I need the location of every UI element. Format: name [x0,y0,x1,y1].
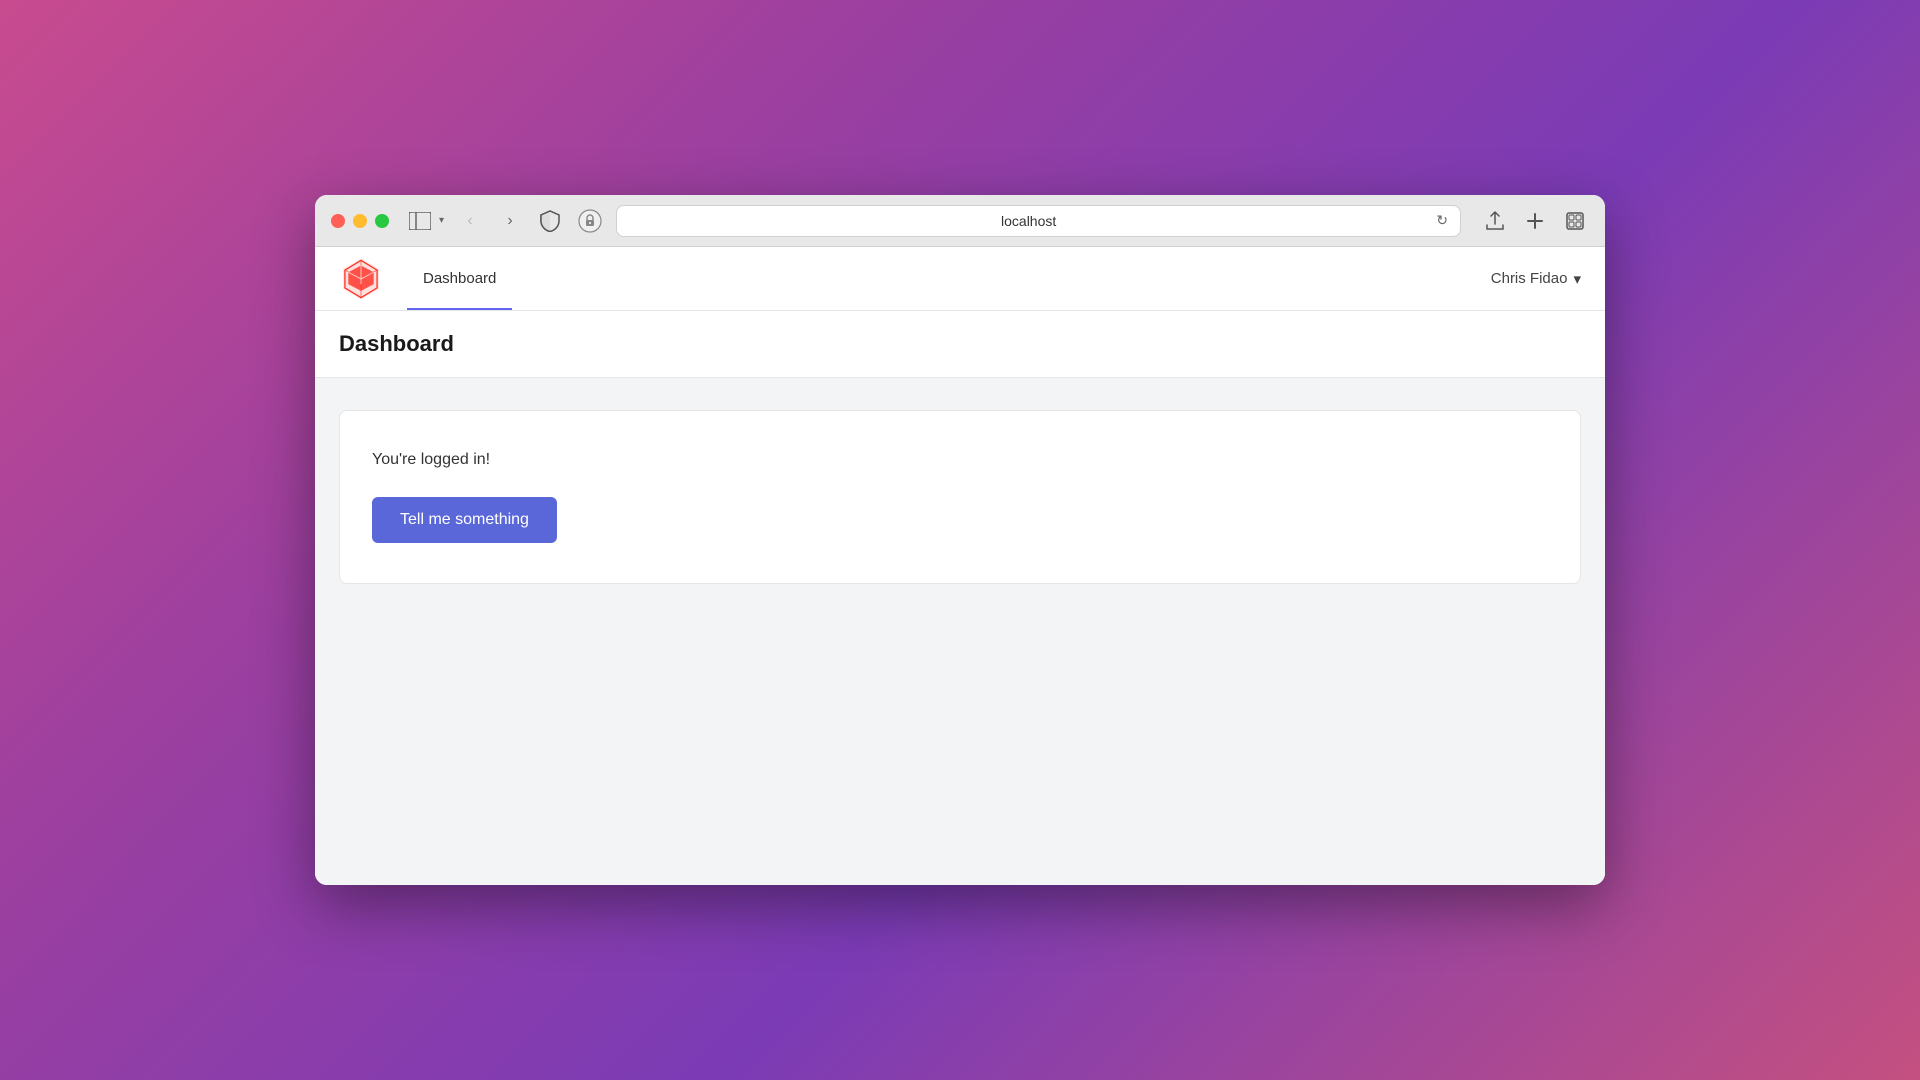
nav-right: Chris Fidao ▾ [1491,247,1581,310]
browser-actions [1481,207,1589,235]
laravel-logo [339,257,383,301]
sidebar-toggle-chevron[interactable]: ▾ [439,215,444,226]
nav-links: Dashboard [407,247,512,310]
tell-me-something-button[interactable]: Tell me something [372,497,557,543]
user-menu[interactable]: Chris Fidao ▾ [1491,270,1581,288]
address-bar[interactable]: localhost ↻ [616,205,1461,237]
browser-chrome: ▾ ‹ › localhost ↻ [315,195,1605,247]
user-menu-chevron: ▾ [1573,270,1581,288]
forward-button[interactable]: › [496,207,524,235]
traffic-lights [331,214,389,228]
page-body: You're logged in! Tell me something [315,378,1605,616]
logged-in-message: You're logged in! [372,451,1548,469]
back-button[interactable]: ‹ [456,207,484,235]
dashboard-card: You're logged in! Tell me something [339,410,1581,584]
reload-button[interactable]: ↻ [1436,212,1448,229]
top-nav: Dashboard Chris Fidao ▾ [315,247,1605,311]
page-header: Dashboard [315,311,1605,378]
minimize-button[interactable] [353,214,367,228]
share-button[interactable] [1481,207,1509,235]
new-tab-button[interactable] [1521,207,1549,235]
sidebar-toggle-icon[interactable] [409,212,431,230]
lock-badge-icon [576,207,604,235]
page-content: Dashboard You're logged in! Tell me some… [315,311,1605,885]
nav-brand [339,247,383,310]
app-container: Dashboard Chris Fidao ▾ Dashboard You're… [315,247,1605,885]
user-name: Chris Fidao [1491,270,1568,287]
nav-link-dashboard[interactable]: Dashboard [407,247,512,310]
browser-controls: ▾ [409,212,444,230]
tabs-overview-button[interactable] [1561,207,1589,235]
page-title: Dashboard [339,331,1581,357]
url-text: localhost [629,213,1428,229]
browser-window: ▾ ‹ › localhost ↻ [315,195,1605,885]
close-button[interactable] [331,214,345,228]
maximize-button[interactable] [375,214,389,228]
shield-icon [536,207,564,235]
